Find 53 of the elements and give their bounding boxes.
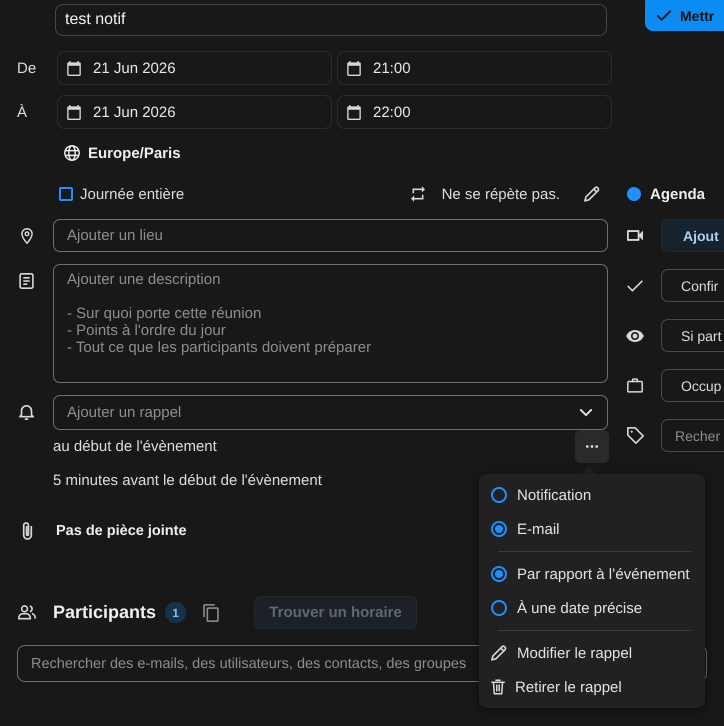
tag-search-field[interactable]: Recher (661, 419, 724, 452)
location-field[interactable]: Ajouter un lieu (53, 219, 608, 252)
menu-option[interactable]: Notification (479, 478, 705, 512)
calendar-icon (347, 60, 361, 76)
video-camera-icon (627, 230, 643, 241)
reminder-select[interactable]: Ajouter un rappel (53, 395, 608, 430)
availability-select[interactable]: Occup (661, 369, 724, 402)
check-icon (627, 280, 643, 292)
date-field[interactable]: 21 Jun 2026 (57, 95, 332, 129)
all-day-checkbox[interactable] (59, 187, 73, 201)
time-field[interactable]: 22:00 (337, 95, 612, 129)
eye-icon (626, 330, 644, 342)
date-row-label: De (17, 60, 38, 76)
save-button[interactable]: Mettr (645, 0, 724, 31)
globe-icon (64, 145, 80, 161)
paperclip-icon (22, 522, 33, 540)
briefcase-icon (627, 378, 643, 393)
calendar-icon (67, 104, 81, 120)
dots-icon (586, 445, 598, 448)
chevron-down-icon (580, 409, 592, 416)
reminder-text: 5 minutes avant le début de l'évènement (53, 472, 322, 488)
participants-heading: Participants (53, 602, 156, 623)
copy-icon[interactable] (203, 604, 220, 622)
all-day-label: Journée entière (80, 186, 184, 202)
recurrence-label[interactable]: Ne se répète pas. (442, 186, 560, 202)
attachments-label: Pas de pièce jointe (56, 523, 187, 539)
time-field[interactable]: 21:00 (337, 51, 612, 85)
calendar-icon (347, 104, 361, 120)
check-icon (657, 10, 671, 21)
pencil-icon (491, 645, 507, 661)
tag-icon (626, 427, 644, 444)
menu-option[interactable]: E-mail (479, 512, 705, 546)
calendar-icon (67, 60, 81, 76)
menu-option[interactable]: À une date précise (479, 591, 705, 625)
title-field[interactable]: test notif (55, 4, 607, 36)
pencil-icon[interactable] (584, 186, 600, 202)
location-pin-icon (20, 228, 32, 244)
timezone-button[interactable]: Europe/Paris (64, 144, 181, 162)
video-call-button[interactable]: Ajout (661, 219, 724, 252)
date-field[interactable]: 21 Jun 2026 (57, 51, 332, 85)
date-row-label: À (17, 104, 28, 120)
menu-option[interactable]: Par rapport à l’événement (479, 557, 705, 591)
description-field[interactable]: Ajouter une description - Sur quoi porte cette réunion - Points à l'ordre du jour - Tout ce que les participants doivent préparer (53, 264, 608, 383)
status-select[interactable]: Confir (661, 269, 724, 302)
count-badge: 1 (165, 602, 186, 623)
repeat-icon (410, 186, 425, 202)
calendar-name[interactable]: Agenda (650, 186, 706, 202)
people-icon (18, 605, 36, 620)
visibility-select[interactable]: Si part (661, 319, 724, 352)
bell-icon (19, 405, 34, 420)
reminder-text: au début de l'évènement (53, 438, 217, 455)
trash-icon (491, 679, 505, 695)
notes-icon (19, 272, 34, 288)
